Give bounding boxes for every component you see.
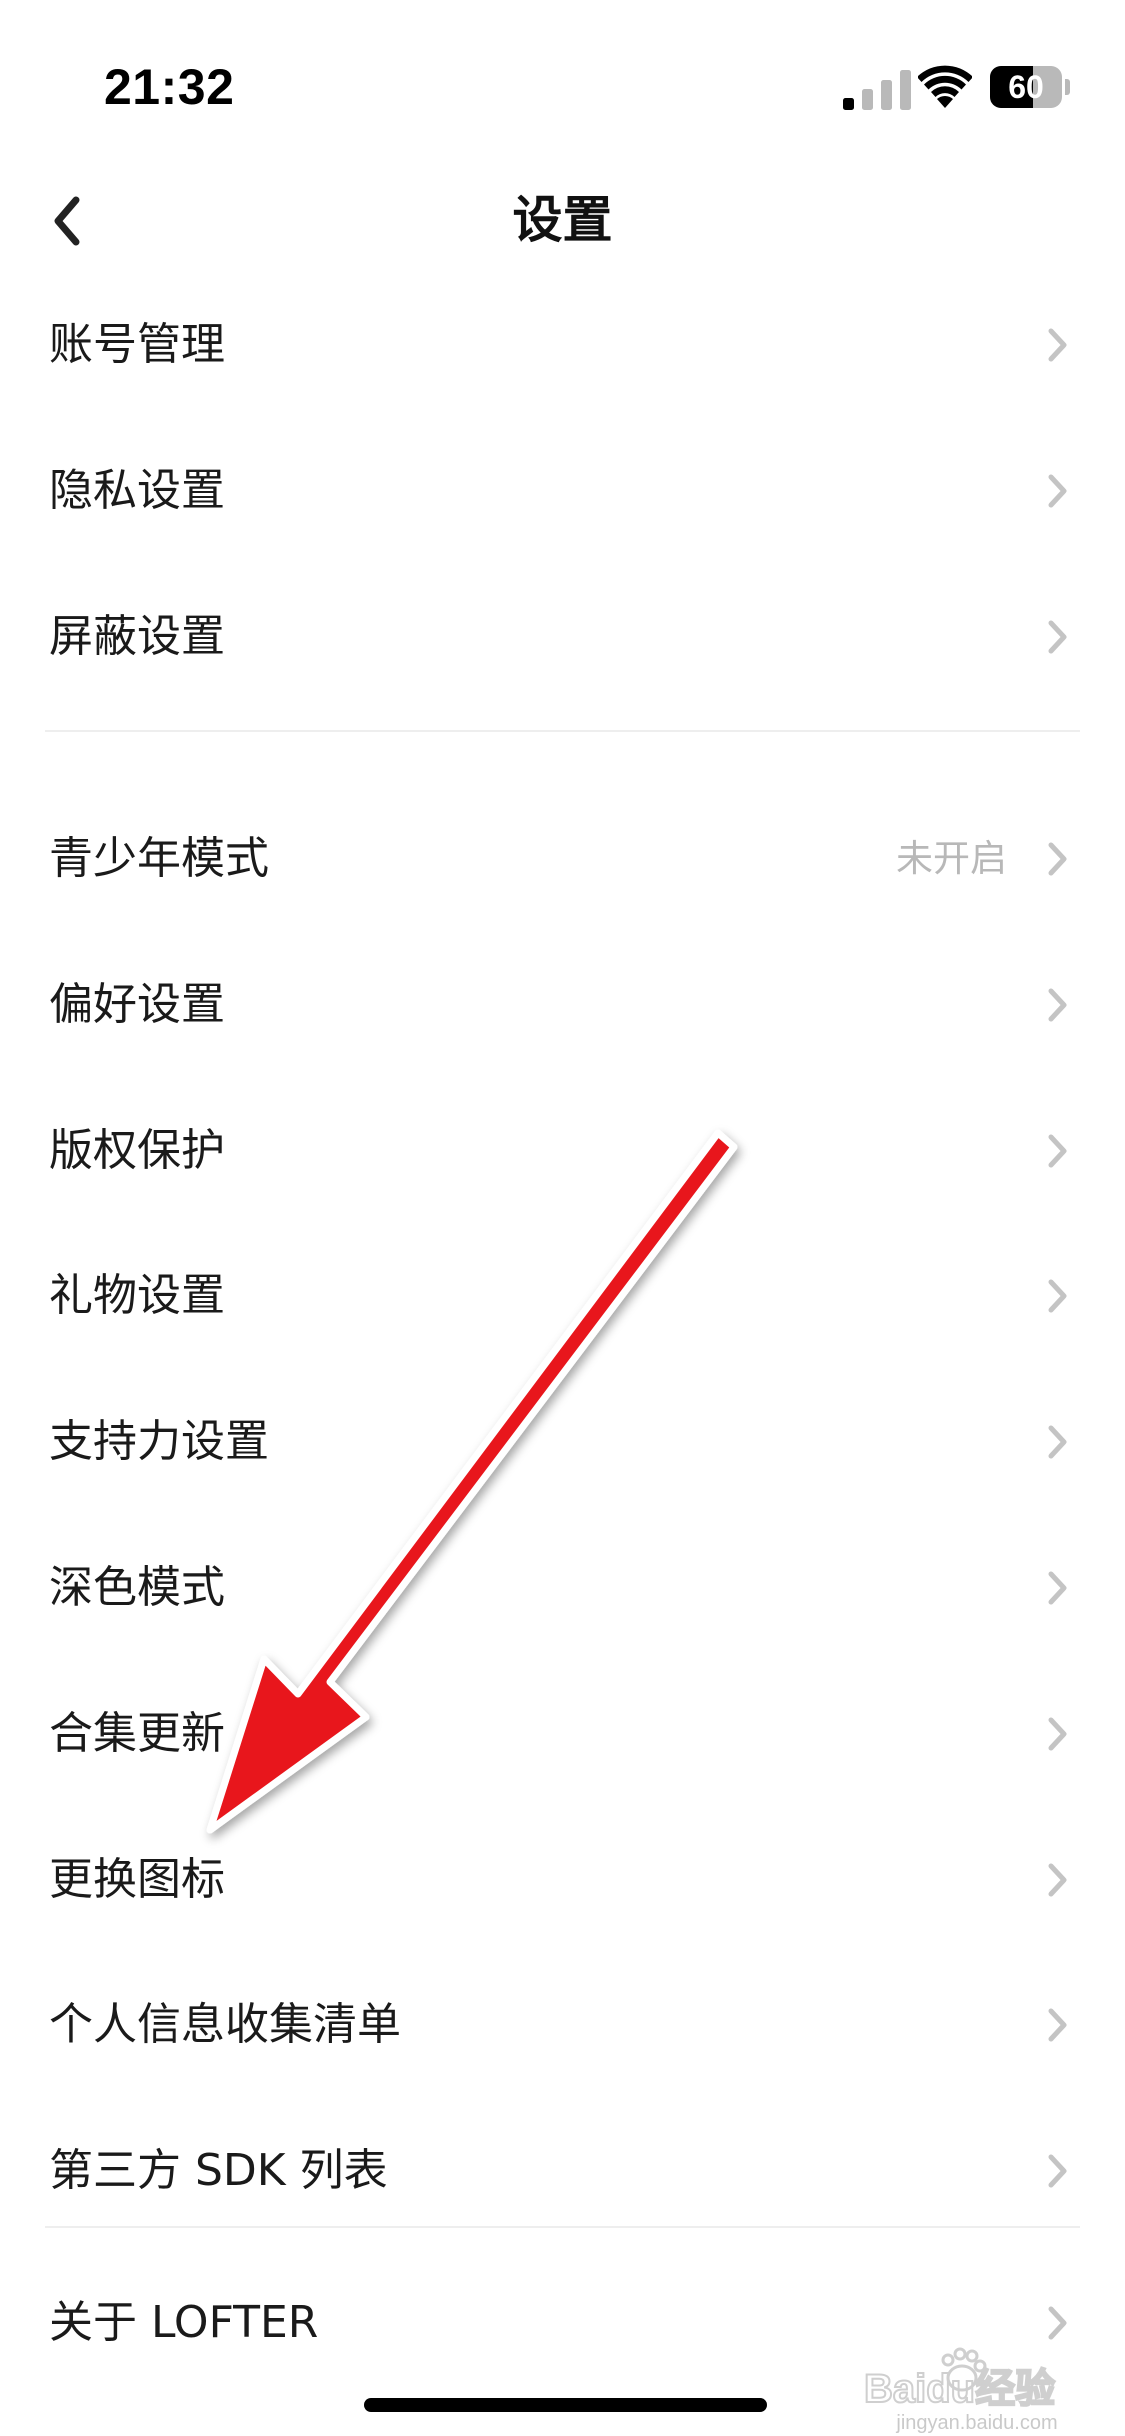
settings-item[interactable]: 版权保护 — [0, 1081, 1125, 1221]
section-divider — [45, 2226, 1080, 2228]
settings-item-label: 深色模式 — [49, 1562, 225, 1613]
chevron-right-icon — [1048, 1425, 1067, 1459]
battery-percent: 60 — [1008, 69, 1044, 105]
chevron-right-icon — [1048, 328, 1067, 362]
cellular-signal-icon — [843, 70, 911, 110]
watermark-brand: Baidu经验 — [864, 2367, 1055, 2411]
chevron-right-icon — [1048, 1134, 1067, 1168]
settings-item[interactable]: 合集更新 — [0, 1664, 1125, 1804]
chevron-right-icon — [1048, 474, 1067, 508]
settings-item[interactable]: 屏蔽设置 — [0, 567, 1125, 707]
settings-item-label: 青少年模式 — [49, 833, 269, 884]
settings-item[interactable]: 账号管理 — [0, 275, 1125, 415]
settings-item-label: 隐私设置 — [49, 464, 225, 516]
chevron-left-icon — [54, 196, 80, 246]
chevron-right-icon — [1048, 1571, 1067, 1605]
settings-item[interactable]: 更换图标 — [0, 1810, 1125, 1950]
chevron-right-icon — [1048, 988, 1067, 1022]
battery-cap — [1065, 79, 1070, 95]
settings-item[interactable]: 支持力设置 — [0, 1372, 1125, 1512]
battery-body: 60 — [990, 66, 1062, 108]
settings-item-label: 支持力设置 — [49, 1416, 269, 1468]
settings-item[interactable]: 第三方 SDK 列表 — [0, 2101, 1125, 2241]
settings-item-label: 版权保护 — [49, 1124, 225, 1176]
battery-indicator: 60 — [990, 66, 1070, 108]
settings-item-label: 屏蔽设置 — [49, 610, 225, 662]
settings-item-label: 礼物设置 — [49, 1270, 225, 1322]
settings-item-label: 更换图标 — [49, 1853, 225, 1905]
settings-item[interactable]: 青少年模式 未开启 — [0, 789, 1125, 929]
home-indicator[interactable] — [364, 2398, 767, 2412]
settings-item-label: 合集更新 — [49, 1707, 225, 1759]
chevron-right-icon — [1048, 842, 1067, 876]
back-button[interactable] — [36, 186, 106, 256]
wifi-icon — [918, 65, 972, 108]
settings-item-value: 未开启 — [896, 837, 1007, 880]
chevron-right-icon — [1048, 1717, 1067, 1751]
settings-item[interactable]: 个人信息收集清单 — [0, 1955, 1125, 2095]
watermark-url: jingyan.baidu.com — [896, 2412, 1058, 2434]
chevron-right-icon — [1048, 1863, 1067, 1897]
chevron-right-icon — [1048, 2008, 1067, 2042]
chevron-right-icon — [1048, 2154, 1067, 2188]
status-time: 21:32 — [104, 59, 235, 115]
settings-item[interactable]: 隐私设置 — [0, 421, 1125, 561]
settings-item-label: 第三方 SDK 列表 — [49, 2145, 388, 2197]
settings-item-label: 个人信息收集清单 — [49, 1999, 401, 2051]
settings-item-label: 关于 LOFTER — [49, 2297, 319, 2348]
settings-screen: 21:32 60 设置 账号管理隐私设置屏蔽设置青少年模式 未开启偏好设置 — [0, 0, 1125, 2436]
settings-item[interactable]: 深色模式 — [0, 1518, 1125, 1658]
settings-item-label: 偏好设置 — [49, 978, 225, 1030]
settings-item-label: 账号管理 — [49, 319, 225, 370]
chevron-right-icon — [1048, 1279, 1067, 1313]
settings-item[interactable]: 偏好设置 — [0, 935, 1125, 1075]
nav-bar: 设置 — [0, 160, 1125, 280]
page-title: 设置 — [512, 191, 613, 249]
chevron-right-icon — [1048, 620, 1067, 654]
settings-item[interactable]: 礼物设置 — [0, 1226, 1125, 1366]
status-bar: 21:32 60 — [0, 0, 1125, 150]
section-divider — [45, 730, 1080, 732]
